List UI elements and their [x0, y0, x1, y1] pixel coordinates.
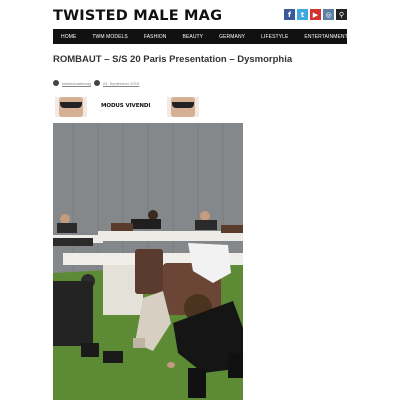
- banner-model-image-right: [167, 97, 199, 117]
- instagram-icon[interactable]: ◎: [323, 9, 334, 20]
- post-author[interactable]: twistedmalemag: [62, 81, 91, 86]
- youtube-icon[interactable]: ▶: [310, 9, 321, 20]
- social-links: f t ▶ ◎ ⚲: [284, 9, 347, 20]
- site-header: TWISTED MALE MAG f t ▶ ◎ ⚲: [53, 6, 347, 28]
- post-date[interactable]: 24. September 2019: [103, 81, 139, 86]
- banner-model-image-left: [55, 97, 87, 117]
- search-icon[interactable]: ⚲: [336, 9, 347, 20]
- hero-photo: [53, 123, 243, 400]
- banner-brand: MODUS VIVENDI: [101, 103, 151, 109]
- hero-photo-art: [53, 123, 243, 400]
- nav-item-entertainment[interactable]: ENTERTAINMENT: [304, 34, 347, 40]
- nav-item-fashion[interactable]: FASHION: [144, 34, 167, 40]
- clock-icon: [93, 80, 100, 86]
- site-title[interactable]: TWISTED MALE MAG: [53, 8, 222, 24]
- main-nav: HOME TWM MODELS FASHION BEAUTY GERMANY L…: [53, 29, 348, 44]
- nav-item-lifestyle[interactable]: LIFESTYLE: [261, 34, 288, 40]
- nav-item-home[interactable]: HOME: [61, 34, 76, 40]
- author-icon: [53, 80, 59, 86]
- nav-item-germany[interactable]: GERMANY: [219, 34, 245, 40]
- post-meta: twistedmalemag 24. September 2019: [53, 79, 139, 87]
- ad-banner[interactable]: MODUS VIVENDI: [53, 97, 203, 117]
- twitter-icon[interactable]: t: [297, 9, 308, 20]
- post-title: ROMBAUT – S/S 20 Paris Presentation – Dy…: [53, 54, 293, 65]
- facebook-icon[interactable]: f: [284, 9, 295, 20]
- nav-item-twm-models[interactable]: TWM MODELS: [92, 34, 127, 40]
- nav-item-beauty[interactable]: BEAUTY: [183, 34, 204, 40]
